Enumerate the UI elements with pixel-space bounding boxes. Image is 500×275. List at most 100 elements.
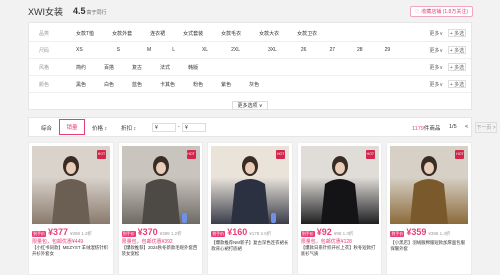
heart-icon: ♡: [414, 8, 420, 15]
filter-option[interactable]: XL: [202, 47, 208, 53]
filter-multi-select-button[interactable]: + 多选: [448, 46, 466, 54]
product-image[interactable]: HOT: [300, 146, 379, 224]
product-card[interactable]: HOT 到手价 ¥92 ¥98 1.3折限量包，包邮优惠¥128 【爆款日系针织开衫上衣…: [296, 142, 383, 275]
sort-discount[interactable]: 折扣 ↕: [121, 124, 136, 132]
hot-badge: HOT: [455, 150, 465, 159]
filter-multi-select-button[interactable]: + 多选: [448, 63, 466, 71]
filter-multi-select-button[interactable]: + 多选: [448, 29, 466, 37]
filter-option[interactable]: 女款大衣: [259, 30, 279, 37]
filter-option[interactable]: 粉色: [193, 81, 203, 88]
product-title[interactable]: 【爆款推荐NM新子】复古深色连衣裙长款背心裙打底裙: [211, 240, 290, 252]
filter-label: 风格: [39, 64, 50, 71]
price-line: 到手价 ¥160 ¥178 2.5折: [211, 227, 271, 237]
filter-option[interactable]: S: [117, 47, 120, 53]
hot-badge: HOT: [97, 150, 106, 159]
filter-more-button[interactable]: 更多∨: [429, 64, 443, 71]
price-from-input[interactable]: ¥: [152, 123, 176, 132]
product-card[interactable]: HOT 到手价 ¥377 ¥398 1.3折限量包，包邮优惠¥449 【小红书同款】ME…: [28, 142, 114, 275]
filter-row: 风格 简约 百搭 复古 法式 韩版 更多∨ + 多选: [29, 59, 471, 76]
filter-option[interactable]: 26: [301, 47, 307, 53]
product-card[interactable]: HOT 到手价 ¥370 ¥398 1.2折 限量包，包邮优惠¥392 【爆款推荐】202…: [117, 142, 204, 275]
filter-option[interactable]: 简约: [76, 64, 86, 71]
filter-more-button[interactable]: 更多∨: [429, 30, 443, 37]
filter-option[interactable]: 黑色: [76, 81, 86, 88]
product-card[interactable]: HOT 到手价 ¥359 ¥398 1.4折 【小黑店】羽绒服棉服短款加厚面包服保暖外套: [386, 142, 472, 275]
product-price: ¥359: [406, 227, 427, 237]
price-line: 到手价 ¥92 ¥98 1.3折: [300, 227, 353, 237]
filter-option[interactable]: 法式: [160, 64, 170, 71]
price-tag: 到手价: [32, 231, 46, 237]
product-title[interactable]: 【小红书同款】MEZYST 羊绒混纺针织开衫外套女: [32, 245, 111, 257]
filter-option[interactable]: 3XL: [268, 47, 277, 53]
hot-badge: HOT: [186, 150, 196, 159]
side-tool-icon[interactable]: [181, 213, 187, 223]
filter-row: 颜色 黑色 白色 蓝色 卡其色 粉色 紫色 灰色 更多∨ + 多选: [29, 76, 471, 93]
result-count-suffix: 件商品: [423, 126, 441, 132]
product-image[interactable]: HOT: [390, 146, 469, 224]
filter-option[interactable]: 百搭: [104, 64, 114, 71]
filter-options: 女款T恤 女款外套 连衣裙 女式套装 女款毛衣 女款大衣 女款卫衣: [76, 30, 317, 37]
filter-label: 品类: [39, 30, 50, 37]
sort-comprehensive[interactable]: 综合: [41, 124, 52, 132]
sort-price[interactable]: 价格 ↕: [92, 124, 107, 132]
product-title[interactable]: 【小黑店】羽绒服棉服短款加厚面包服保暖外套: [390, 240, 469, 252]
filter-option[interactable]: 复古: [132, 64, 142, 71]
product-price: ¥92: [316, 227, 332, 237]
filter-option[interactable]: 韩版: [188, 64, 198, 71]
filter-option[interactable]: 白色: [104, 81, 114, 88]
product-price: ¥377: [48, 227, 69, 237]
filter-option[interactable]: M: [147, 47, 151, 53]
original-price: ¥398 1.4折: [428, 231, 451, 236]
shop-score-value: 4.5: [73, 6, 86, 16]
filter-option[interactable]: 女款外套: [112, 30, 132, 37]
filter-multi-select-button[interactable]: + 多选: [448, 80, 466, 88]
filter-option[interactable]: 蓝色: [132, 81, 142, 88]
filter-option[interactable]: XS: [76, 47, 83, 53]
product-title[interactable]: 【爆款推荐】2024秋冬新款毛呢外套西装女宽松: [122, 245, 201, 257]
filter-option[interactable]: 女款卫衣: [297, 30, 317, 37]
filter-option[interactable]: 27: [329, 47, 335, 53]
product-card[interactable]: HOT 到手价 ¥160 ¥178 2.5折【爆款推荐NM新子】复古深色连衣裙长款背心…: [207, 142, 293, 275]
product-image[interactable]: HOT: [32, 146, 110, 224]
next-page-button[interactable]: 下一页 >: [475, 122, 497, 133]
filter-options: XS S M L XL 2XL 3XL 26 27 28 29: [76, 47, 390, 53]
filter-option[interactable]: 女式套装: [183, 30, 203, 37]
page-indicator: 1/5: [449, 124, 457, 130]
filter-label: 尺码: [39, 47, 50, 54]
filter-option[interactable]: 28: [357, 47, 363, 53]
price-tag: 到手价: [121, 231, 136, 237]
side-tool-icon[interactable]: [271, 213, 277, 223]
original-price: ¥178 2.5折: [249, 231, 272, 236]
filter-option[interactable]: 卡其色: [160, 81, 175, 88]
filter-more-button[interactable]: 更多∨: [429, 81, 443, 88]
favorite-shop-button[interactable]: ♡ 收藏店铺 (1.8万关注): [409, 6, 473, 17]
filter-row: 品类 女款T恤 女款外套 连衣裙 女式套装 女款毛衣 女款大衣 女款卫衣 更多∨ + 多选: [29, 25, 471, 42]
shop-score: 4.5高于同行: [73, 6, 107, 16]
filter-option[interactable]: 连衣裙: [150, 30, 165, 37]
promo-text: 限量包，包邮优惠¥449: [32, 239, 84, 245]
prev-page-button[interactable]: <: [465, 124, 468, 130]
filter-option[interactable]: 紫色: [221, 81, 231, 88]
filter-option[interactable]: 2XL: [231, 47, 240, 53]
price-to-input[interactable]: ¥: [182, 123, 206, 132]
filter-option[interactable]: 女款毛衣: [221, 30, 241, 37]
filter-option[interactable]: L: [172, 47, 175, 53]
filter-option[interactable]: 29: [385, 47, 391, 53]
promo-text: 限量包，包邮优惠¥128: [300, 239, 352, 245]
shop-name[interactable]: XWI女装: [28, 5, 63, 18]
expand-filters-button[interactable]: 更多选项 ∨: [232, 101, 268, 110]
sort-sales[interactable]: 销量: [59, 119, 85, 135]
favorite-label: 收藏店铺 (1.8万关注): [421, 9, 468, 15]
promo-text: 限量包，包邮优惠¥392: [121, 239, 173, 245]
product-image[interactable]: HOT: [121, 146, 200, 224]
product-image[interactable]: HOT: [211, 146, 290, 224]
result-count-number: 1179: [412, 126, 424, 132]
filter-option[interactable]: 灰色: [249, 81, 259, 88]
sort-bar: 综合 销量 价格 ↕ 折扣 ↕ ¥ - ¥ 1179件商品 1/5 < 下一页 …: [28, 117, 497, 137]
result-count: 1179件商品: [412, 124, 440, 132]
shop-score-sub: 高于同行: [86, 10, 107, 16]
filter-option[interactable]: 女款T恤: [76, 30, 94, 37]
original-price: ¥398 1.3折: [70, 231, 93, 236]
product-title[interactable]: 【爆款日系针织开衫上衣】秋冬短款打底衫气质: [301, 245, 380, 257]
filter-more-button[interactable]: 更多∨: [429, 47, 443, 54]
